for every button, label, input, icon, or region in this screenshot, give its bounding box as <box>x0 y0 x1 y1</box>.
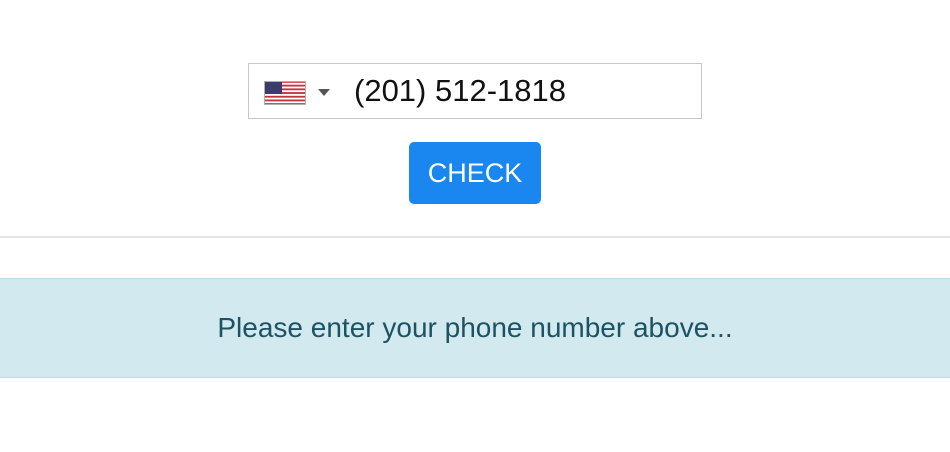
phone-input-group <box>248 63 702 119</box>
check-button[interactable]: CHECK <box>409 142 541 204</box>
info-alert: Please enter your phone number above... <box>0 278 950 378</box>
phone-number-input[interactable] <box>354 64 694 118</box>
divider <box>0 236 950 238</box>
alert-message: Please enter your phone number above... <box>217 312 733 343</box>
caret-down-icon <box>318 89 330 96</box>
country-selector[interactable] <box>249 64 341 118</box>
us-flag-icon <box>264 81 306 105</box>
